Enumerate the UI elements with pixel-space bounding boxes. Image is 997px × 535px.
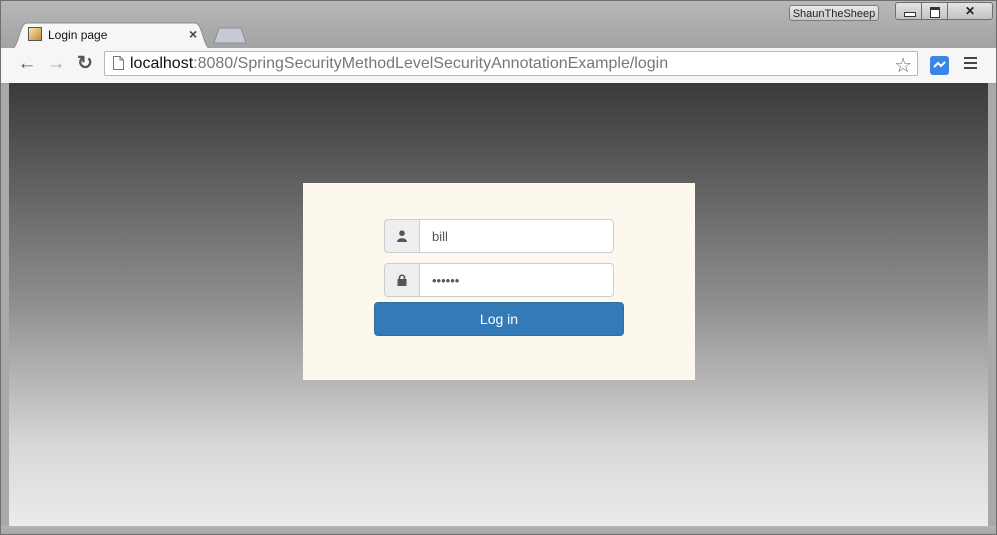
tab-title: Login page xyxy=(48,28,108,42)
window-controls: ✕ xyxy=(895,2,993,20)
close-window-button[interactable]: ✕ xyxy=(948,2,993,20)
title-bar: ShaunTheSheep ✕ Login page × xyxy=(1,1,996,49)
minimize-icon xyxy=(904,12,916,17)
new-tab-button[interactable] xyxy=(213,26,247,44)
login-form: Log in xyxy=(303,183,695,380)
minimize-button[interactable] xyxy=(895,2,922,20)
page-viewport: Log in xyxy=(9,83,988,526)
browser-window: ShaunTheSheep ✕ Login page × ← → ↻ local… xyxy=(0,0,997,535)
page-icon xyxy=(113,56,124,70)
browser-toolbar: ← → ↻ localhost:8080/SpringSecurityMetho… xyxy=(1,48,996,84)
maximize-icon xyxy=(930,7,940,18)
tab-close-icon[interactable]: × xyxy=(189,26,197,42)
url-host: localhost xyxy=(130,55,194,72)
user-icon xyxy=(397,230,407,242)
hamburger-menu-icon[interactable] xyxy=(964,57,977,70)
login-button[interactable]: Log in xyxy=(374,302,624,336)
username-input-group xyxy=(384,219,614,253)
tab-login-page[interactable]: Login page × xyxy=(11,21,211,49)
star-icon[interactable]: ☆ xyxy=(894,53,912,78)
address-bar[interactable]: localhost:8080/SpringSecurityMethodLevel… xyxy=(104,51,918,78)
password-addon xyxy=(385,264,420,296)
url-path: :8080/SpringSecurityMethodLevelSecurityA… xyxy=(193,55,669,72)
url-text[interactable]: localhost:8080/SpringSecurityMethodLevel… xyxy=(130,55,668,73)
password-input-group xyxy=(384,263,614,297)
window-bottom-border xyxy=(1,526,996,534)
back-arrow-icon[interactable]: ← xyxy=(17,53,37,75)
username-addon xyxy=(385,220,420,252)
forward-arrow-icon[interactable]: → xyxy=(46,53,66,75)
extension-glyph xyxy=(933,61,946,68)
maximize-button[interactable] xyxy=(922,2,948,20)
password-field[interactable] xyxy=(420,264,610,296)
username-field[interactable] xyxy=(420,220,610,252)
favicon-icon xyxy=(28,27,42,41)
close-window-icon: ✕ xyxy=(964,4,976,18)
extension-icon[interactable] xyxy=(930,56,949,75)
profile-badge[interactable]: ShaunTheSheep xyxy=(789,5,879,21)
reload-icon[interactable]: ↻ xyxy=(75,53,95,75)
lock-icon xyxy=(397,274,407,286)
